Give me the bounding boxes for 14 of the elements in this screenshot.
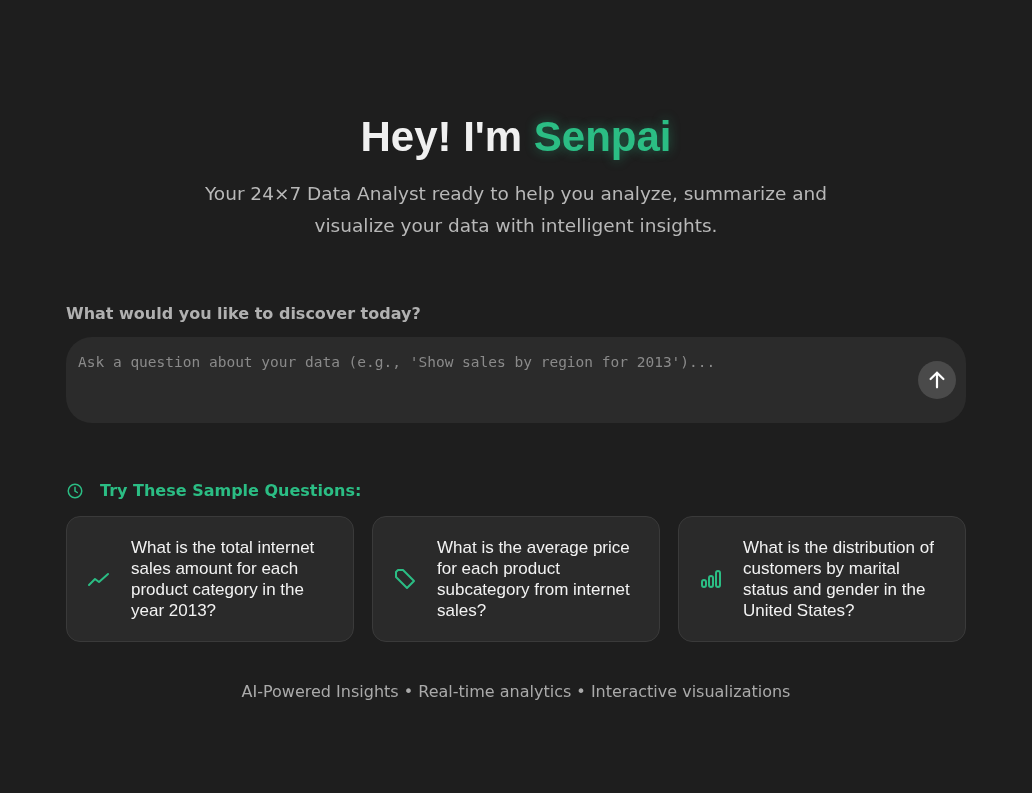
bar-chart-icon xyxy=(699,567,723,591)
samples-heading: Try These Sample Questions: xyxy=(100,481,362,500)
clock-icon xyxy=(66,481,84,500)
sample-question-card[interactable]: What is the total internet sales amount for each product category in the year 2013? xyxy=(66,516,354,642)
subtitle: Your 24×7 Data Analyst ready to help you analyze, summarize and visualize your data with intelligent insights. xyxy=(204,182,828,238)
sample-question-card[interactable]: What is the average price for each product subcategory from internet sales? xyxy=(372,516,660,642)
tag-icon xyxy=(393,567,417,591)
send-button[interactable] xyxy=(918,361,956,399)
query-label: What would you like to discover today? xyxy=(66,304,422,323)
brand-name: Senpai xyxy=(533,113,672,160)
footer-text: AI-Powered Insights • Real-time analytics • Interactive visualizations xyxy=(240,682,792,701)
sample-question-card[interactable]: What is the distribution of customers by marital status and gender in the United States? xyxy=(678,516,966,642)
question-field[interactable]: Ask a question about your data (e.g., 'Show sales by region for 2013')... xyxy=(76,353,900,371)
title-text: Hey! I'm xyxy=(360,113,523,160)
